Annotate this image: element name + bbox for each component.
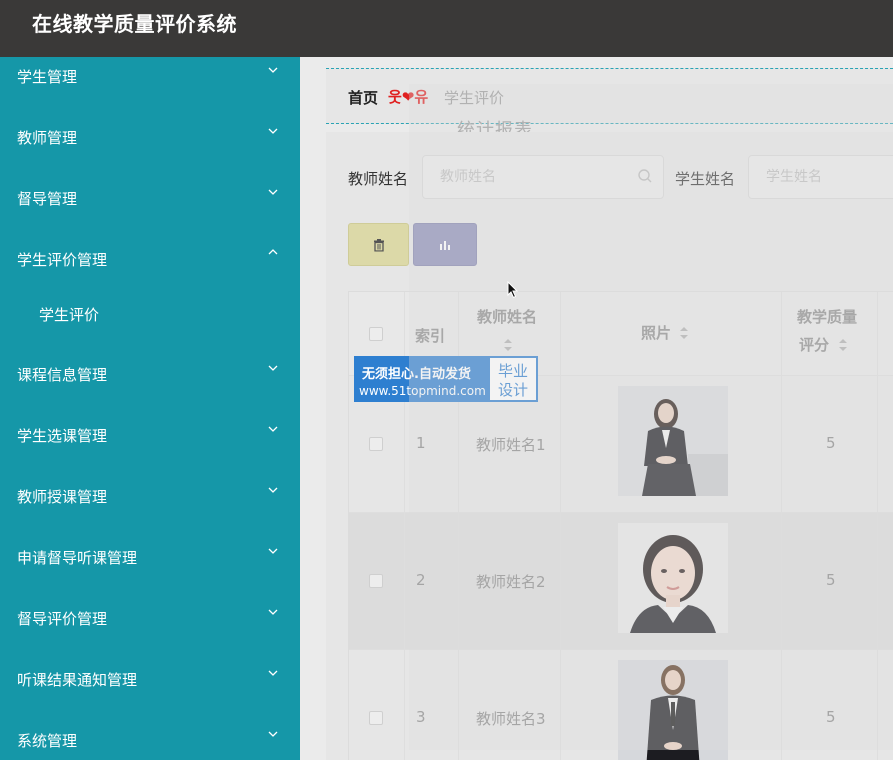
watermark-line2: www.51topmind.com (359, 384, 486, 398)
watermark-right1: 毕业 (498, 362, 529, 380)
sort-icon[interactable] (679, 325, 689, 339)
sidebar-item-3[interactable]: 督导管理 (0, 168, 300, 229)
cell-index: 1 (416, 434, 426, 452)
watermark-line1: 无须担心.自动发货 (362, 367, 471, 382)
row-checkbox[interactable] (369, 437, 383, 451)
chevron-down-icon (268, 487, 278, 497)
sidebar-item-11[interactable]: 系统管理 (0, 710, 300, 760)
sidebar-item-2[interactable]: 教师管理 (0, 107, 300, 168)
cell-score: 5 (826, 708, 836, 726)
sidebar-item-label: 督导管理 (17, 190, 78, 208)
stats-report-button[interactable] (413, 223, 477, 266)
app-title: 在线教学质量评价系统 (32, 12, 237, 36)
chevron-down-icon (268, 426, 278, 436)
sidebar-item-9[interactable]: 督导评价管理 (0, 588, 300, 649)
sidebar-item-label: 听课结果通知管理 (17, 671, 138, 689)
cell-teacher-name[interactable]: 教师姓名1 (476, 434, 546, 455)
search-icon[interactable] (637, 168, 653, 188)
breadcrumb-current: 学生评价 (444, 89, 505, 107)
delete-button[interactable] (348, 223, 409, 266)
cell-index: 2 (416, 571, 426, 589)
teacher-name-label: 教师姓名 (348, 170, 409, 188)
chevron-down-icon (268, 365, 278, 375)
sort-icon[interactable] (503, 337, 513, 351)
header-index[interactable]: 索引 (415, 325, 445, 346)
header-score-line1[interactable]: 教学质量 (797, 306, 857, 327)
column-divider (877, 292, 878, 760)
breadcrumb: 首页 웃❤유 学生评价 统计报表 (326, 68, 893, 141)
teacher-photo[interactable] (618, 523, 728, 633)
chevron-down-icon (268, 128, 278, 138)
breadcrumb-separator: 웃❤유 (388, 88, 429, 106)
teacher-photo[interactable] (618, 386, 728, 496)
column-divider (560, 292, 561, 760)
sidebar-item-4[interactable]: 学生评价管理 (0, 229, 300, 290)
watermark-right2: 设计 (498, 381, 529, 399)
row-divider (349, 512, 893, 513)
teacher-photo[interactable] (618, 660, 728, 760)
sidebar-subitem-student-evaluation[interactable]: 学生评价 (39, 304, 99, 325)
cell-index: 3 (416, 708, 426, 726)
sidebar-item-label: 教师授课管理 (17, 488, 108, 506)
chevron-down-icon (268, 67, 278, 77)
watermark-left: 无须担心.自动发货 www.51topmind.com (356, 358, 490, 400)
teacher-name-input[interactable] (422, 155, 664, 199)
chevron-down-icon (268, 670, 278, 680)
sidebar-item-label: 申请督导听课管理 (17, 549, 138, 567)
row-divider (349, 649, 893, 650)
sidebar-item-label: 学生选课管理 (17, 427, 108, 445)
chevron-down-icon (268, 548, 278, 558)
sidebar-item-label: 学生评价管理 (17, 251, 108, 269)
cell-teacher-name[interactable]: 教师姓名2 (476, 571, 546, 592)
row-checkbox[interactable] (369, 574, 383, 588)
sidebar-item-1[interactable]: 学生管理 (0, 46, 300, 107)
chevron-down-icon (268, 189, 278, 199)
cell-score: 5 (826, 571, 836, 589)
sidebar-item-5[interactable]: 课程信息管理 (0, 344, 300, 405)
header-photo[interactable]: 照片 (641, 322, 671, 343)
header-teacher-name[interactable]: 教师姓名 (477, 306, 537, 327)
column-divider (781, 292, 782, 760)
mouse-cursor-icon (507, 280, 519, 303)
sidebar-item-label: 课程信息管理 (17, 366, 108, 384)
sidebar: 学生管理教师管理督导管理学生评价管理 课程信息管理 学生选课管理 教师授课管理申请督导… (0, 57, 300, 760)
cell-teacher-name[interactable]: 教师姓名3 (476, 708, 546, 729)
sidebar-item-label: 系统管理 (17, 732, 78, 750)
chevron-down-icon (268, 731, 278, 741)
sidebar-item-10[interactable]: 听课结果通知管理 (0, 649, 300, 710)
student-name-label: 学生姓名 (675, 170, 736, 188)
chevron-down-icon (268, 609, 278, 619)
student-name-input[interactable] (748, 155, 893, 199)
sidebar-item-6[interactable]: 学生选课管理 (0, 405, 300, 466)
sidebar-item-label: 学生管理 (17, 68, 78, 86)
chevron-up-icon (268, 249, 278, 259)
sidebar-item-label: 督导评价管理 (17, 610, 108, 628)
row-checkbox[interactable] (369, 711, 383, 725)
select-all-checkbox[interactable] (369, 327, 383, 341)
watermark-badge: 无须担心.自动发货 www.51topmind.com 毕业 设计 (354, 356, 538, 402)
cell-score: 5 (826, 434, 836, 452)
sort-icon[interactable] (838, 337, 848, 351)
sidebar-item-label: 教师管理 (17, 129, 78, 147)
breadcrumb-home[interactable]: 首页 (348, 87, 378, 108)
header-score-line2[interactable]: 评分 (799, 334, 829, 355)
sidebar-item-7[interactable]: 教师授课管理 (0, 466, 300, 527)
sidebar-item-8[interactable]: 申请督导听课管理 (0, 527, 300, 588)
